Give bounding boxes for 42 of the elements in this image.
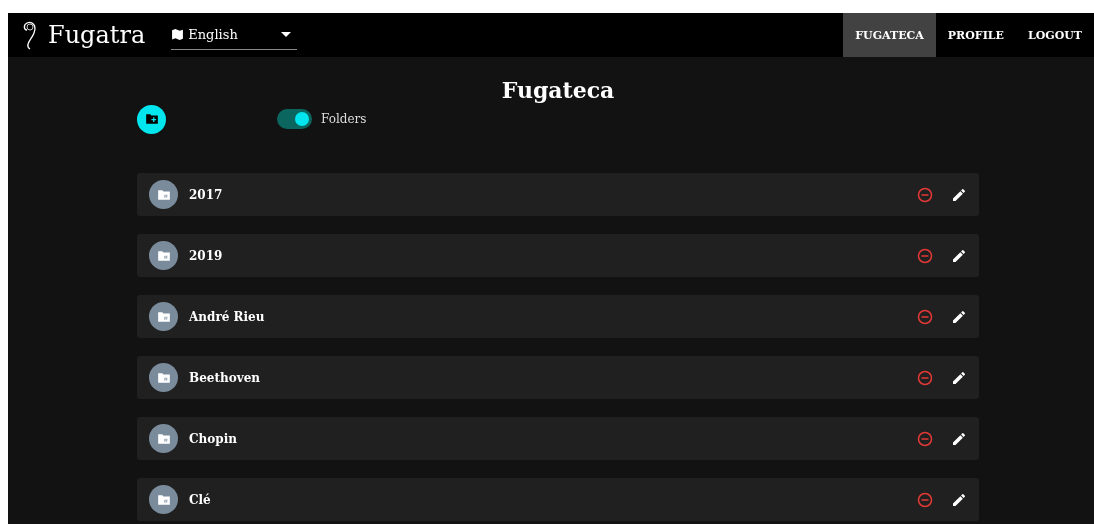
folder-icon [149, 485, 178, 514]
edit-button[interactable] [951, 247, 967, 264]
folder-name: Clé [189, 492, 212, 507]
map-icon [171, 28, 185, 41]
edit-button[interactable] [951, 308, 967, 325]
folder-icon [149, 241, 178, 270]
remove-button[interactable] [917, 369, 933, 386]
folder-icon [149, 180, 178, 209]
nav-tab[interactable]: LOGOUT [1015, 13, 1094, 57]
folder-icon [149, 424, 178, 453]
folders-switch[interactable] [277, 109, 312, 129]
folder-plus-icon [144, 113, 159, 125]
edit-button[interactable] [951, 186, 967, 203]
remove-button[interactable] [917, 491, 933, 508]
edit-button[interactable] [951, 491, 967, 508]
remove-button[interactable] [917, 430, 933, 447]
remove-button[interactable] [917, 308, 933, 325]
folder-name: Chopin [189, 431, 238, 446]
folder-row[interactable]: Clé [137, 478, 979, 521]
language-select[interactable]: English [171, 20, 298, 50]
folder-row[interactable]: Beethoven [137, 356, 979, 399]
caret-icon [281, 32, 292, 37]
folder-icon [149, 363, 178, 392]
page-title: Fugateca [500, 77, 616, 103]
brand-name: Fugatra [48, 21, 146, 49]
remove-button[interactable] [917, 247, 933, 264]
folder-name: André Rieu [189, 309, 266, 324]
folder-row[interactable]: Chopin [137, 417, 979, 460]
nav-tab[interactable]: FUGATECA [843, 13, 936, 57]
folder-name: Beethoven [189, 370, 261, 385]
folder-row[interactable]: 2017 [137, 173, 979, 216]
edit-button[interactable] [951, 369, 967, 386]
add-folder-button[interactable] [137, 104, 166, 134]
folder-row[interactable]: 2019 [137, 234, 979, 277]
nav-tab[interactable]: PROFILE [935, 13, 1016, 57]
folder-icon [149, 302, 178, 331]
folder-name: 2019 [189, 248, 224, 263]
folder-name: 2017 [189, 187, 224, 202]
switch-label: Folders [321, 112, 367, 126]
remove-button[interactable] [917, 186, 933, 203]
folder-row[interactable]: André Rieu [137, 295, 979, 338]
edit-button[interactable] [951, 430, 967, 447]
